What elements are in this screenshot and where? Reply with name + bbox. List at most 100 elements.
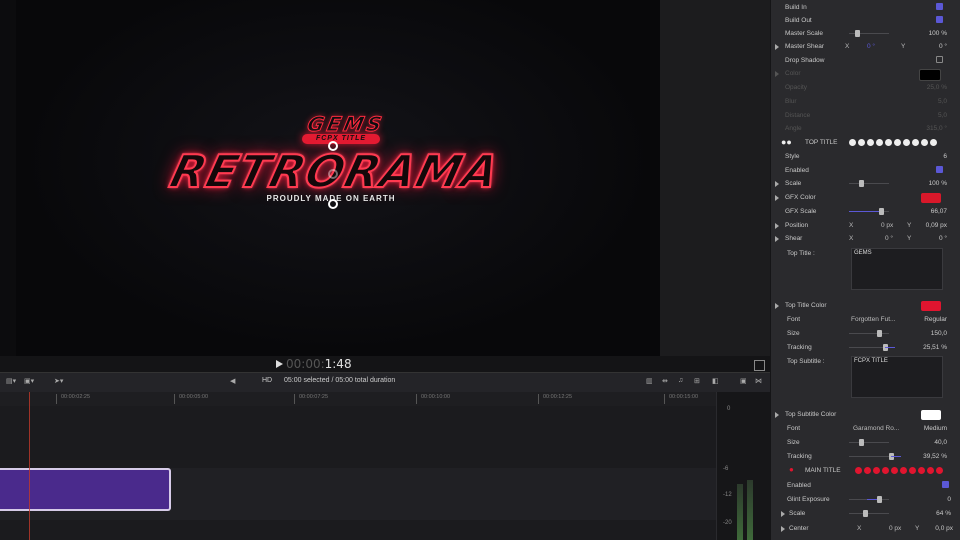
style-value[interactable]: 6 bbox=[943, 153, 947, 160]
timecode-display[interactable]: 00:00:1:48 bbox=[286, 357, 352, 371]
gfx-scale-value[interactable]: 66,07 bbox=[931, 208, 947, 215]
clip-appearance-icon[interactable]: ▥ bbox=[646, 377, 653, 385]
style-row: Style 6 bbox=[771, 150, 960, 164]
snapping-icon[interactable]: ⊞ bbox=[694, 377, 700, 385]
top-title-header-icon: ●● bbox=[781, 137, 792, 147]
center-y-value[interactable]: 0,0 px bbox=[935, 525, 953, 532]
enabled-checkbox[interactable] bbox=[936, 166, 943, 173]
top-subtitle-textbox[interactable]: FCPX TITLE bbox=[851, 356, 943, 398]
shadow-color-row: Color bbox=[771, 67, 960, 81]
font-weight[interactable]: Regular bbox=[924, 316, 947, 323]
top-subtitle-color-label: Top Subtitle Color bbox=[785, 411, 837, 418]
shadow-blur-value[interactable]: 5,0 bbox=[938, 98, 947, 105]
shadow-opacity-value[interactable]: 25,0 % bbox=[927, 84, 947, 91]
top-subtitle-color-row: Top Subtitle Color bbox=[771, 408, 960, 422]
onscreen-handle-top[interactable] bbox=[328, 141, 338, 151]
disclosure-icon[interactable] bbox=[775, 195, 779, 201]
sub-tracking-row: Tracking 39,52 % bbox=[771, 450, 960, 464]
position-y-value[interactable]: 0,09 px bbox=[926, 222, 947, 229]
top-subtitle-color-swatch[interactable] bbox=[921, 410, 941, 420]
tracking-value[interactable]: 25,51 % bbox=[923, 344, 947, 351]
master-shear-y-value[interactable]: 0 ° bbox=[939, 43, 947, 50]
drop-shadow-checkbox[interactable] bbox=[936, 56, 943, 63]
shadow-blur-row: Blur 5,0 bbox=[771, 95, 960, 109]
effects-browser-icon[interactable]: ▣ bbox=[740, 377, 747, 385]
center-x-value[interactable]: 0 px bbox=[889, 525, 901, 532]
font-value[interactable]: Forgotten Fut... bbox=[851, 316, 895, 323]
size-slider[interactable] bbox=[849, 330, 889, 337]
sub-size-value[interactable]: 40,0 bbox=[934, 439, 947, 446]
shear-x-value[interactable]: 0 ° bbox=[885, 235, 893, 242]
play-icon[interactable] bbox=[276, 360, 283, 368]
disclosure-icon[interactable] bbox=[781, 526, 785, 532]
disclosure-icon[interactable] bbox=[775, 236, 779, 242]
size-value[interactable]: 150,0 bbox=[931, 330, 947, 337]
keyword-icon[interactable]: ▣▾ bbox=[24, 377, 34, 385]
master-shear-row: Master Shear X 0 ° Y 0 ° bbox=[771, 40, 960, 54]
index-icon[interactable]: ▤▾ bbox=[6, 377, 16, 385]
glint-exposure-value[interactable]: 0 bbox=[947, 496, 951, 503]
gfx-color-swatch[interactable] bbox=[921, 193, 941, 203]
build-in-row: Build In bbox=[771, 1, 960, 15]
size-label: Size bbox=[787, 330, 800, 337]
position-x-value[interactable]: 0 px bbox=[881, 222, 893, 229]
solo-icon[interactable]: ◧ bbox=[712, 377, 719, 385]
gfx-color-label: GFX Color bbox=[785, 194, 816, 201]
dot-icon bbox=[885, 139, 892, 146]
dot-icon bbox=[849, 139, 856, 146]
scale-slider[interactable] bbox=[849, 180, 889, 187]
top-title-color-swatch[interactable] bbox=[921, 301, 941, 311]
sub-font-weight[interactable]: Medium bbox=[924, 425, 947, 432]
main-scale-slider[interactable] bbox=[849, 510, 889, 517]
master-scale-value[interactable]: 100 % bbox=[929, 30, 947, 37]
shadow-distance-value[interactable]: 5,0 bbox=[938, 112, 947, 119]
dot-icon bbox=[867, 139, 874, 146]
position-row: Position X 0 px Y 0,09 px bbox=[771, 219, 960, 233]
build-out-checkbox[interactable] bbox=[936, 16, 943, 23]
timeline-ruler[interactable]: 00:00:02:25 00:00:05:00 00:00:07:25 00:0… bbox=[0, 392, 716, 407]
dot-icon bbox=[930, 139, 937, 146]
disclosure-icon[interactable] bbox=[775, 71, 779, 77]
onscreen-handle-middle[interactable] bbox=[328, 169, 338, 179]
top-title-color-row: Top Title Color bbox=[771, 299, 960, 313]
sub-tracking-slider[interactable] bbox=[849, 453, 901, 460]
playhead[interactable] bbox=[29, 392, 30, 540]
shadow-angle-value[interactable]: 315,0 ° bbox=[926, 125, 947, 132]
select-tool-icon[interactable]: ➤▾ bbox=[54, 377, 63, 385]
shear-row: Shear X 0 ° Y 0 ° bbox=[771, 232, 960, 246]
center-x-label: X bbox=[857, 525, 862, 532]
main-enabled-checkbox[interactable] bbox=[942, 481, 949, 488]
disclosure-icon[interactable] bbox=[775, 44, 779, 50]
master-shear-x-value[interactable]: 0 ° bbox=[867, 43, 875, 50]
sub-tracking-value[interactable]: 39,52 % bbox=[923, 453, 947, 460]
sub-font-value[interactable]: Garamond Ro... bbox=[853, 425, 899, 432]
audio-meters: 0 -6 -12 -20 bbox=[716, 392, 771, 540]
audio-icon[interactable]: ♫ bbox=[678, 377, 683, 384]
disclosure-icon[interactable] bbox=[775, 181, 779, 187]
scale-value[interactable]: 100 % bbox=[929, 180, 947, 187]
disclosure-icon[interactable] bbox=[775, 223, 779, 229]
skimming-icon[interactable]: ⇹ bbox=[662, 377, 668, 385]
disclosure-icon[interactable] bbox=[781, 511, 785, 517]
title-clip[interactable] bbox=[0, 468, 171, 511]
master-scale-slider[interactable] bbox=[849, 30, 889, 37]
transitions-browser-icon[interactable]: ⋈ bbox=[755, 377, 762, 385]
shear-y-value[interactable]: 0 ° bbox=[939, 235, 947, 242]
disclosure-icon[interactable] bbox=[775, 303, 779, 309]
build-in-checkbox[interactable] bbox=[936, 3, 943, 10]
sub-size-slider[interactable] bbox=[849, 439, 889, 446]
onscreen-handle-bottom[interactable] bbox=[328, 199, 338, 209]
ruler-tick: 00:00:10:00 bbox=[416, 394, 450, 404]
dot-icon bbox=[858, 139, 865, 146]
dot-icon bbox=[864, 467, 871, 474]
shadow-color-swatch[interactable] bbox=[919, 69, 941, 81]
disclosure-icon[interactable] bbox=[775, 412, 779, 418]
tracking-slider[interactable] bbox=[849, 344, 895, 351]
glint-exposure-slider[interactable] bbox=[849, 496, 889, 503]
back-icon[interactable]: ◀ bbox=[230, 377, 235, 385]
fullscreen-icon[interactable] bbox=[754, 360, 765, 371]
main-scale-value[interactable]: 64 % bbox=[936, 510, 951, 517]
top-title-textbox[interactable]: GEMS bbox=[851, 248, 943, 290]
gfx-scale-slider[interactable] bbox=[849, 208, 889, 215]
scale-row: Scale 100 % bbox=[771, 177, 960, 191]
